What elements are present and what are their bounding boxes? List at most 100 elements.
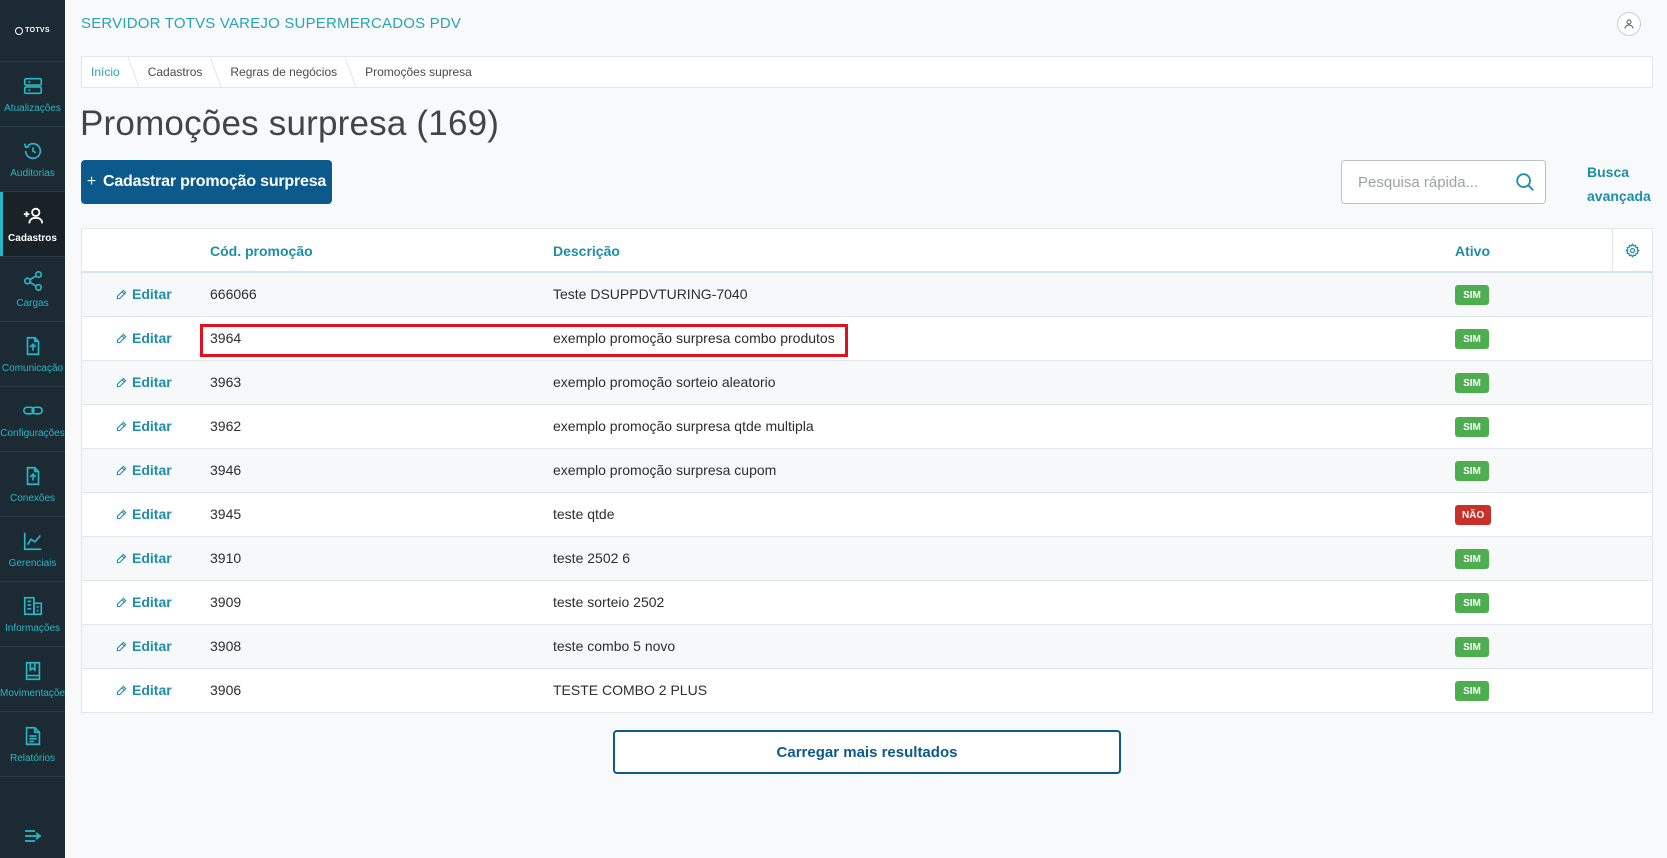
cell-description: exemplo promoção surpresa qtde multipla bbox=[553, 418, 814, 434]
edit-label: Editar bbox=[132, 418, 172, 434]
sidebar-item-auditorias[interactable]: Auditorias bbox=[0, 127, 65, 192]
breadcrumb-cadastros[interactable]: Cadastros bbox=[134, 57, 217, 87]
sidebar-item-conexoes[interactable]: Conexões bbox=[0, 452, 65, 517]
cell-description: exemplo promoção sorteio aleatorio bbox=[553, 374, 776, 390]
table-row: Editar 3910 teste 2502 6 SIM bbox=[82, 537, 1652, 581]
cell-code: 3906 bbox=[210, 682, 242, 698]
edit-button[interactable]: Editar bbox=[116, 330, 172, 346]
edit-button[interactable]: Editar bbox=[116, 638, 172, 654]
breadcrumb-inicio[interactable]: Início bbox=[82, 57, 134, 87]
edit-label: Editar bbox=[132, 550, 172, 566]
table-row: Editar 3964 exemplo promoção surpresa comb… bbox=[82, 317, 1652, 361]
cell-code: 3962 bbox=[210, 418, 242, 434]
advanced-search-line2: avançada bbox=[1587, 188, 1651, 204]
sidebar-item-label: Auditorias bbox=[10, 167, 55, 179]
table-row: Editar 3962 exemplo promoção surpresa qtde… bbox=[82, 405, 1652, 449]
link-icon bbox=[22, 406, 43, 415]
edit-label: Editar bbox=[132, 682, 172, 698]
edit-button[interactable]: Editar bbox=[116, 286, 172, 302]
quick-search bbox=[1341, 160, 1546, 204]
sidebar-item-informacoes[interactable]: Informações bbox=[0, 582, 65, 647]
edit-label: Editar bbox=[132, 330, 172, 346]
pencil-icon bbox=[116, 465, 127, 475]
cell-code: 3946 bbox=[210, 462, 242, 478]
pencil-icon bbox=[116, 289, 127, 299]
user-icon bbox=[1624, 19, 1634, 29]
column-header-description[interactable]: Descrição bbox=[553, 243, 620, 259]
status-badge: SIM bbox=[1455, 285, 1489, 305]
status-badge: SIM bbox=[1455, 681, 1489, 701]
server-icon bbox=[23, 77, 42, 94]
table-row: Editar 3946 exemplo promoção surpresa cupo… bbox=[82, 449, 1652, 493]
cell-code: 3908 bbox=[210, 638, 242, 654]
table-settings-button[interactable] bbox=[1612, 229, 1652, 271]
edit-button[interactable]: Editar bbox=[116, 506, 172, 522]
sidebar-item-cadastros[interactable]: Cadastros bbox=[0, 192, 65, 257]
edit-button[interactable]: Editar bbox=[116, 418, 172, 434]
table-body: Editar 666066 Teste DSUPPDVTURING-7040 SIM E… bbox=[82, 273, 1652, 713]
edit-label: Editar bbox=[132, 506, 172, 522]
pencil-icon bbox=[116, 509, 127, 519]
add-user-icon bbox=[23, 207, 43, 223]
edit-button[interactable]: Editar bbox=[116, 550, 172, 566]
book-icon bbox=[25, 661, 40, 680]
building-icon bbox=[23, 596, 42, 615]
edit-label: Editar bbox=[132, 286, 172, 302]
cell-code: 3964 bbox=[210, 330, 242, 346]
pencil-icon bbox=[116, 421, 127, 431]
status-badge: SIM bbox=[1455, 637, 1489, 657]
status-badge: SIM bbox=[1455, 373, 1489, 393]
app-title: SERVIDOR TOTVS VAREJO SUPERMERCADOS PDV bbox=[81, 15, 462, 32]
sidebar-item-atualizacoes[interactable]: Atualizações bbox=[0, 62, 65, 127]
pencil-icon bbox=[116, 597, 127, 607]
pencil-icon bbox=[116, 377, 127, 387]
cell-code: 3945 bbox=[210, 506, 242, 522]
pencil-icon bbox=[116, 333, 127, 343]
share-icon bbox=[23, 270, 42, 291]
sidebar-item-movimentacoes[interactable]: Movimentações bbox=[0, 647, 65, 712]
sidebar-item-comunicacao[interactable]: Comunicação bbox=[0, 322, 65, 387]
sidebar-item-label: Informações bbox=[4, 622, 61, 634]
status-badge: SIM bbox=[1455, 549, 1489, 569]
table-row: Editar 666066 Teste DSUPPDVTURING-7040 SIM bbox=[82, 273, 1652, 317]
cell-description: exemplo promoção surpresa combo produtos bbox=[553, 330, 835, 346]
edit-button[interactable]: Editar bbox=[116, 462, 172, 478]
status-badge: SIM bbox=[1455, 461, 1489, 481]
edit-button[interactable]: Editar bbox=[116, 594, 172, 610]
column-header-active[interactable]: Ativo bbox=[1455, 243, 1490, 259]
sidebar-item-label: Atualizações bbox=[4, 102, 61, 114]
collapse-menu-button[interactable] bbox=[0, 828, 65, 844]
cell-description: exemplo promoção surpresa cupom bbox=[553, 462, 777, 478]
sidebar-item-gerenciais[interactable]: Gerenciais bbox=[0, 517, 65, 582]
edit-button[interactable]: Editar bbox=[116, 682, 172, 698]
add-promotion-label: Cadastrar promoção surpresa bbox=[103, 173, 327, 190]
sidebar-item-relatorios[interactable]: Relatórios bbox=[0, 712, 65, 777]
totvs-logo: TOTVS bbox=[0, 0, 65, 62]
history-icon bbox=[23, 142, 41, 159]
advanced-search-link[interactable]: Busca avançada bbox=[1587, 160, 1651, 208]
edit-label: Editar bbox=[132, 374, 172, 390]
pencil-icon bbox=[116, 685, 127, 695]
status-badge: NÃO bbox=[1455, 505, 1492, 525]
sidebar-item-cargas[interactable]: Cargas bbox=[0, 257, 65, 322]
breadcrumb: Início Cadastros Regras de negócios Prom… bbox=[81, 56, 1653, 88]
add-promotion-button[interactable]: + Cadastrar promoção surpresa bbox=[81, 160, 332, 204]
breadcrumb-regras-de-negocios[interactable]: Regras de negócios bbox=[216, 57, 351, 87]
load-more-button[interactable]: Carregar mais resultados bbox=[613, 730, 1121, 774]
search-input[interactable] bbox=[1342, 173, 1505, 191]
cell-code: 3909 bbox=[210, 594, 242, 610]
column-header-code[interactable]: Cód. promoção bbox=[210, 243, 313, 259]
user-profile-button[interactable] bbox=[1617, 12, 1641, 36]
table-row: Editar 3909 teste sorteio 2502 SIM bbox=[82, 581, 1652, 625]
edit-label: Editar bbox=[132, 594, 172, 610]
sidebar-item-label: Configurações bbox=[0, 427, 65, 439]
search-icon[interactable] bbox=[1505, 171, 1545, 193]
upload-file-icon bbox=[26, 336, 39, 355]
document-icon bbox=[25, 726, 40, 745]
table-row: Editar 3908 teste combo 5 novo SIM bbox=[82, 625, 1652, 669]
sidebar-item-configuracoes[interactable]: Configurações bbox=[0, 387, 65, 452]
sidebar-item-label: Cadastros bbox=[8, 232, 57, 244]
table-row: Editar 3906 TESTE COMBO 2 PLUS SIM bbox=[82, 669, 1652, 713]
cell-code: 3910 bbox=[210, 550, 242, 566]
edit-button[interactable]: Editar bbox=[116, 374, 172, 390]
